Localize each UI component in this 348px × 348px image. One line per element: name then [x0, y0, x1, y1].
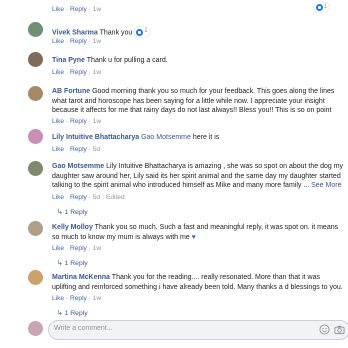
view-replies-link[interactable]: ↳ 1 Reply [57, 309, 88, 317]
like-link[interactable]: Like [52, 69, 64, 76]
view-replies-link[interactable]: ↳ 1 Reply [57, 259, 88, 267]
comment-text: Thank u for pulling a card. [86, 57, 168, 64]
timestamp: 5d [92, 146, 101, 153]
like-reaction-icon [136, 28, 144, 36]
emoji-icon[interactable] [319, 324, 330, 335]
commenter-name[interactable]: Kelly Molloy [52, 224, 93, 231]
avatar[interactable] [28, 22, 43, 37]
commenter-name[interactable]: Lily Intuitive Bhattacharya [52, 134, 139, 141]
comment-bubble: Tina Pyne Thank u for pulling a card. [52, 56, 346, 66]
timestamp: 1w [92, 245, 102, 252]
mention-link[interactable]: Gao Motsemme [141, 134, 191, 141]
comment-input[interactable]: Write a comment... [54, 325, 113, 332]
like-link[interactable]: Like [52, 245, 64, 252]
commenter-name[interactable]: AB Fortune [52, 88, 90, 95]
reply-link[interactable]: Reply [70, 69, 87, 76]
avatar[interactable] [28, 161, 43, 176]
reply-link[interactable]: Reply [70, 146, 87, 153]
comment-actions: Like · Reply · 1w [52, 69, 102, 76]
commenter-name[interactable]: Vivek Sharma [52, 30, 98, 37]
comment-bubble: Gao Motsemme Lily Intuitive Bhattacharya… [52, 162, 346, 191]
see-more-link[interactable]: See More [311, 182, 341, 189]
comment-bubble: Lily Intuitive Bhattacharya Gao Motsemme… [52, 133, 346, 143]
avatar[interactable] [28, 52, 43, 67]
reply-link[interactable]: Reply [70, 194, 87, 201]
like-link[interactable]: Like [52, 194, 64, 201]
avatar[interactable] [28, 86, 43, 101]
comment-actions: Like · Reply · 5d · Edited [52, 194, 125, 201]
commenter-name[interactable]: Martina McKenna [52, 274, 110, 281]
reply-link[interactable]: Reply [70, 245, 87, 252]
timestamp: 1w [92, 6, 102, 13]
comment-actions: Like · Reply · 1w [52, 295, 102, 302]
like-link[interactable]: Like [52, 146, 64, 153]
reaction-count[interactable]: 1 [134, 27, 150, 37]
comment-text: here it is [192, 134, 220, 141]
comment-text: Good morning thank you so much for your … [52, 88, 335, 114]
blue-heart-icon: ♥ [191, 233, 196, 241]
reply-link[interactable]: Reply [70, 118, 87, 125]
reply-link[interactable]: Reply [70, 38, 87, 45]
edited-label: Edited [105, 194, 125, 201]
timestamp: 1w [92, 69, 102, 76]
comment-bubble: Martina McKenna Thank you for the readin… [52, 273, 346, 292]
timestamp: 5d [92, 194, 101, 201]
reply-link[interactable]: Reply [70, 295, 87, 302]
timestamp: 1w [92, 295, 102, 302]
camera-icon[interactable] [334, 324, 345, 335]
reaction-count[interactable]: 1 [314, 2, 330, 12]
like-link[interactable]: Like [52, 118, 64, 125]
comment-actions: Like · Reply · 1w [52, 38, 102, 45]
like-link[interactable]: Like [52, 38, 64, 45]
comment-composer[interactable]: Write a comment... [48, 320, 348, 340]
avatar[interactable] [28, 270, 43, 285]
commenter-name[interactable]: Gao Motsemme [52, 163, 104, 170]
timestamp: 1w [92, 118, 102, 125]
timestamp: 1w [92, 38, 102, 45]
reply-link[interactable]: Reply [70, 6, 87, 13]
comment-actions: Like · Reply · 1w [52, 245, 102, 252]
like-link[interactable]: Like [52, 295, 64, 302]
comment-bubble: AB Fortune Good morning thank you so muc… [52, 87, 346, 116]
comment-text: Thank you [99, 29, 133, 37]
comment-actions-0: Like · Reply · 1w [52, 6, 102, 13]
view-replies-link[interactable]: ↳ 1 Reply [57, 208, 88, 216]
comment-bubble: Vivek Sharma Thank you 1 [52, 26, 346, 38]
avatar[interactable] [28, 129, 43, 144]
like-reaction-icon [316, 3, 323, 11]
commenter-name[interactable]: Tina Pyne [52, 57, 85, 64]
comment-bubble: Kelly Molloy Thank you so much. Such a f… [52, 223, 346, 242]
current-user-avatar [28, 321, 43, 336]
comment-actions: Like · Reply · 1w [52, 118, 102, 125]
comment-actions: Like · Reply · 5d [52, 146, 101, 153]
avatar[interactable] [28, 221, 43, 236]
like-link[interactable]: Like [52, 6, 64, 13]
